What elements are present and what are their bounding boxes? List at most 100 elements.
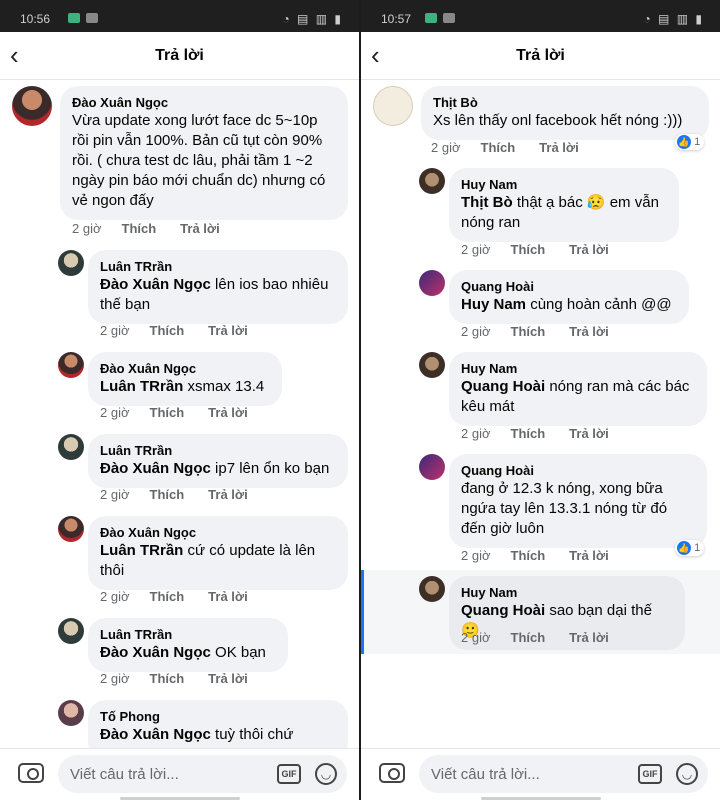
comment-bubble[interactable]: Quang Hoài đang ở 12.3 k nóng, xong bữa … [449,454,707,548]
avatar[interactable] [58,700,84,726]
like-button[interactable]: Thích [122,221,157,236]
reply-button[interactable]: Trả lời [539,140,579,155]
reply-button[interactable]: Trả lời [569,242,609,257]
like-button[interactable]: Thích [150,323,185,338]
comment-author[interactable]: Quang Hoài [461,278,677,295]
reply-button[interactable]: Trả lời [208,671,248,686]
mention-tag[interactable]: Thịt Bò [461,194,513,211]
reply-button[interactable]: Trả lời [569,630,609,645]
comment-bubble[interactable]: Đào Xuân Ngọc Luân TRrần cứ có update là… [88,516,348,590]
mention-tag[interactable]: Huy Nam [461,296,526,313]
like-button[interactable]: Thích [150,589,185,604]
comment-bubble[interactable]: Huy Nam Quang Hoài nóng ran mà các bác k… [449,352,707,426]
comment-author[interactable]: Luân TRrần [100,258,336,275]
comment-bubble[interactable]: Luân TRrần Đào Xuân Ngọc lên ios bao nhi… [88,250,348,324]
avatar[interactable] [419,168,445,194]
status-time: 10:56 [20,12,51,26]
reply-input[interactable]: Viết câu trả lời... GIF ◡ [419,755,708,793]
like-button[interactable]: Thích [150,487,185,502]
comment-actions: 2 giờ Thích Trả lời [461,630,633,645]
mention-tag[interactable]: Đào Xuân Ngọc [100,644,211,661]
comment-time: 2 giờ [431,140,461,155]
like-button[interactable]: Thích [511,630,546,645]
mention-tag[interactable]: Đào Xuân Ngọc [100,460,211,477]
avatar[interactable] [419,352,445,378]
reply-button[interactable]: Trả lời [208,323,248,338]
comment-bubble[interactable]: Tố Phong Đào Xuân Ngọc tuỳ thôi chứ [88,700,348,748]
comment-text: Luân TRrần xsmax 13.4 [100,378,265,395]
reply-button[interactable]: Trả lời [569,324,609,339]
reply-button[interactable]: Trả lời [180,221,220,236]
camera-icon[interactable] [379,763,405,783]
avatar[interactable] [58,516,84,542]
gif-icon[interactable]: GIF [277,764,301,784]
reaction-count[interactable]: 👍 1 [675,134,705,150]
mention-tag[interactable]: Luân TRrần [100,542,183,559]
reply-input-placeholder: Viết câu trả lời... [431,766,540,783]
left-reply-panel: 10:56 ◔ ▤ ▥ ▮ ‹ Trả lời Đào Xuân Ngọc Vừ… [0,0,359,800]
like-button[interactable]: Thích [511,324,546,339]
reply-button[interactable]: Trả lời [569,426,609,441]
comment-author[interactable]: Luân TRrần [100,442,336,459]
reply-button[interactable]: Trả lời [569,548,609,563]
like-button[interactable]: Thích [511,242,546,257]
avatar[interactable] [58,434,84,460]
like-button[interactable]: Thích [150,405,185,420]
avatar[interactable] [373,86,413,126]
camera-icon[interactable] [18,763,44,783]
comment-bubble[interactable]: Thịt Bò Xs lên thấy onl facebook hết nón… [421,86,709,140]
like-button[interactable]: Thích [150,671,185,686]
avatar[interactable] [58,250,84,276]
comment-author[interactable]: Thịt Bò [433,94,697,111]
reaction-count[interactable]: 👍 1 [675,540,705,556]
avatar[interactable] [419,454,445,480]
comment-bubble[interactable]: Đào Xuân Ngọc Luân TRrần xsmax 13.4 [88,352,282,406]
comment-thread[interactable]: Thịt Bò Xs lên thấy onl facebook hết nón… [361,80,720,748]
comment-bubble[interactable]: Luân TRrần Đào Xuân Ngọc OK bạn [88,618,288,672]
mention-tag[interactable]: Luân TRrần [100,378,183,395]
avatar[interactable] [58,352,84,378]
reply-button[interactable]: Trả lời [208,405,248,420]
mention-tag[interactable]: Đào Xuân Ngọc [100,276,211,293]
comment-bubble[interactable]: Quang Hoài Huy Nam cùng hoàn cảnh @@ [449,270,689,324]
avatar[interactable] [58,618,84,644]
comment-author[interactable]: Huy Nam [461,584,673,601]
comment-text: Đào Xuân Ngọc tuỳ thôi chứ [100,726,294,743]
comment-text: Huy Nam cùng hoàn cảnh @@ [461,296,672,313]
comment-author[interactable]: Tố Phong [100,708,336,725]
comment-thread[interactable]: Đào Xuân Ngọc Vừa update xong lướt face … [0,80,359,748]
reply-button[interactable]: Trả lời [208,487,248,502]
gif-icon[interactable]: GIF [638,764,662,784]
mention-tag[interactable]: Quang Hoài [461,602,545,619]
reply-button[interactable]: Trả lời [208,589,248,604]
avatar[interactable] [419,576,445,602]
like-button[interactable]: Thích [511,548,546,563]
comment-bubble[interactable]: Đào Xuân Ngọc Vừa update xong lướt face … [60,86,348,220]
comment-bubble[interactable]: Luân TRrần Đào Xuân Ngọc ip7 lên ổn ko b… [88,434,348,488]
mention-tag[interactable]: Quang Hoài [461,378,545,395]
comment-author[interactable]: Đào Xuân Ngọc [100,524,336,541]
comment-author[interactable]: Luân TRrần [100,626,276,643]
comment-actions: 2 giờ Thích Trả lời [72,221,244,236]
comment-time: 2 giờ [100,487,130,502]
emoji-icon[interactable]: ◡ [676,763,698,785]
comment-actions: 2 giờ Thích Trả lời [461,324,633,339]
signal-battery-icon: ◔ ▤ ▥ ▮ [643,12,704,26]
comment-time: 2 giờ [72,221,102,236]
avatar[interactable] [419,270,445,296]
comment-author[interactable]: Quang Hoài [461,462,695,479]
avatar[interactable] [12,86,52,126]
reply-input[interactable]: Viết câu trả lời... GIF ◡ [58,755,347,793]
emoji-icon[interactable]: ◡ [315,763,337,785]
status-bar: 10:56 ◔ ▤ ▥ ▮ [0,0,359,32]
like-button[interactable]: Thích [511,426,546,441]
comment-author[interactable]: Huy Nam [461,360,695,377]
comment-time: 2 giờ [100,589,130,604]
comment-author[interactable]: Đào Xuân Ngọc [72,94,336,111]
comment-bubble[interactable]: Huy Nam Thịt Bò thật ạ bác 😥 em vẫn nóng… [449,168,679,242]
like-button[interactable]: Thích [481,140,516,155]
mention-tag[interactable]: Đào Xuân Ngọc [100,726,211,743]
comment-text: Đào Xuân Ngọc OK bạn [100,644,266,661]
comment-author[interactable]: Huy Nam [461,176,667,193]
comment-author[interactable]: Đào Xuân Ngọc [100,360,270,377]
